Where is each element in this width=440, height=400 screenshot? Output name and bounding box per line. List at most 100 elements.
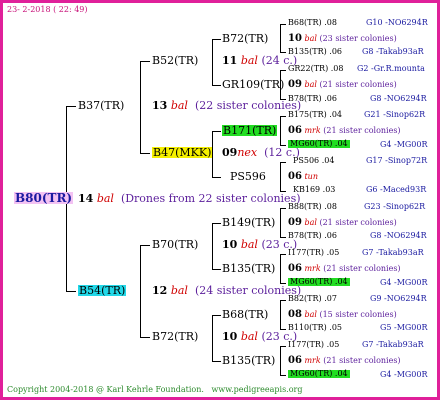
connector xyxy=(280,254,286,255)
gen4-ref: G5 -MG00R xyxy=(380,323,428,332)
gen2-queen[interactable]: B70(TR) xyxy=(152,239,198,250)
gen3-queen[interactable]: B68(TR) xyxy=(222,309,268,320)
gen3-queen[interactable]: B72(TR) xyxy=(222,33,268,44)
gen4-mating: 08 bal (15 sister colonies) xyxy=(288,309,397,320)
gen1-queen[interactable]: B54(TR) xyxy=(78,285,127,296)
gen2-summary: 10 bal (23 c.) xyxy=(222,331,297,342)
gen4-queen[interactable]: MG60(TR) .04 xyxy=(288,370,350,378)
root-summary: 14 bal (Drones from 22 sister colonies) xyxy=(78,193,301,204)
gen4-queen[interactable]: KB169 .03 xyxy=(293,186,335,194)
num: 12 xyxy=(152,284,168,297)
connector xyxy=(212,361,221,362)
gen4-queen[interactable]: I177(TR) .05 xyxy=(288,249,339,257)
connector xyxy=(280,208,281,238)
gen4-queen[interactable]: B175(TR) .04 xyxy=(288,111,342,119)
root-bal: bal xyxy=(96,192,114,205)
bal: bal xyxy=(170,99,188,112)
connector xyxy=(140,337,150,338)
gen4-mating: 10 bal (23 sister colonies) xyxy=(288,33,397,44)
connector xyxy=(212,39,221,40)
gen4-ref: G6 -Maced93R xyxy=(366,185,427,194)
gen4-queen[interactable]: MG60(TR) .04 xyxy=(288,140,350,148)
gen4-queen[interactable]: B78(TR) .06 xyxy=(288,232,337,240)
gen3-queen[interactable]: B149(TR) xyxy=(222,217,275,228)
gen4-queen[interactable]: B88(TR) .08 xyxy=(288,203,337,211)
bal: bal xyxy=(240,238,258,251)
connector xyxy=(280,116,281,146)
gen1-summary: 12 bal (24 sister colonies) xyxy=(152,285,301,296)
root-queen[interactable]: B80(TR) xyxy=(14,192,74,204)
copyright-text: Copyright 2004-2018 @ Karl Kehrle Founda… xyxy=(7,386,302,394)
gen4-ref: G8 -Takab93aR xyxy=(362,47,424,56)
connector xyxy=(280,254,281,284)
connector xyxy=(212,223,221,224)
gen4-ref: G21 -Sinop62R xyxy=(364,110,426,119)
connector xyxy=(66,106,76,107)
bal: bal xyxy=(240,330,258,343)
gen3-queen[interactable]: B171(TR) xyxy=(222,125,278,136)
gen4-queen[interactable]: B68(TR) .08 xyxy=(288,19,337,27)
bal: nex xyxy=(237,146,258,159)
gen4-ref: G23 -Sinop62R xyxy=(364,202,426,211)
connector xyxy=(280,70,286,71)
connector xyxy=(212,131,221,132)
note: (24 sister colonies) xyxy=(194,284,302,297)
gen4-queen[interactable]: PS506 .04 xyxy=(293,157,334,165)
connector xyxy=(280,300,286,301)
num: 13 xyxy=(152,99,168,112)
connector xyxy=(140,61,150,62)
gen4-queen[interactable]: I177(TR) .05 xyxy=(288,341,339,349)
gen4-queen[interactable]: B78(TR) .06 xyxy=(288,95,337,103)
connector xyxy=(280,52,286,53)
bal: bal xyxy=(170,284,188,297)
gen4-mating: 06 mrk (21 sister colonies) xyxy=(288,125,401,136)
num: 10 xyxy=(222,238,238,251)
gen4-ref: G7 -Takab93aR xyxy=(362,248,424,257)
copyright: Copyright 2004-2018 @ Karl Kehrle Founda… xyxy=(7,385,204,394)
gen4-queen[interactable]: B135(TR) .06 xyxy=(288,48,342,56)
gen2-queen[interactable]: B47(MKK) xyxy=(152,147,213,158)
gen4-ref: G4 -MG00R xyxy=(380,140,428,149)
connector xyxy=(66,291,76,292)
connector xyxy=(212,85,221,86)
site-link[interactable]: www.pedigreeapis.org xyxy=(212,385,303,394)
num: 11 xyxy=(222,54,238,67)
gen4-ref: G10 -NO6294R xyxy=(366,18,428,27)
gen2-queen[interactable]: B72(TR) xyxy=(152,331,198,342)
connector xyxy=(140,245,141,338)
connector xyxy=(280,116,286,117)
gen3-queen[interactable]: B135(TR) xyxy=(222,355,275,366)
gen2-summary: 09nex (12 c.) xyxy=(222,147,300,158)
connector xyxy=(280,300,281,330)
date-stamp: 23- 2-2018 ( 22: 49) xyxy=(7,5,88,14)
gen3-queen[interactable]: GR109(TR) xyxy=(222,79,284,90)
gen3-queen[interactable]: B135(TR) xyxy=(222,263,275,274)
gen2-queen[interactable]: B52(TR) xyxy=(152,55,198,66)
note: (22 sister colonies) xyxy=(194,99,302,112)
gen4-ref: G8 -NO6294R xyxy=(370,94,427,103)
gen4-ref: G9 -NO6294R xyxy=(370,294,427,303)
connector xyxy=(280,375,286,376)
gen4-ref: G8 -NO6294R xyxy=(370,231,427,240)
gen4-queen[interactable]: B110(TR) .05 xyxy=(288,324,342,332)
gen4-queen[interactable]: B82(TR) .07 xyxy=(288,295,337,303)
gen4-queen[interactable]: GR22(TR) .08 xyxy=(288,65,343,73)
gen3-queen[interactable]: PS596 xyxy=(230,171,266,182)
connector xyxy=(280,346,286,347)
gen2-summary: 11 bal (24 c.) xyxy=(222,55,297,66)
gen4-ref: G4 -MG00R xyxy=(380,370,428,379)
root-note: (Drones from 22 sister colonies) xyxy=(120,192,301,205)
gen4-mating: 06 mrk (21 sister colonies) xyxy=(288,263,401,274)
connector xyxy=(280,162,286,163)
gen4-queen[interactable]: MG60(TR) .04 xyxy=(288,278,350,286)
gen4-ref: G4 -MG00R xyxy=(380,278,428,287)
gen1-queen[interactable]: B37(TR) xyxy=(78,100,124,111)
connector xyxy=(280,24,281,53)
gen4-ref: G7 -Takab93aR xyxy=(362,340,424,349)
connector xyxy=(212,39,213,86)
connector xyxy=(280,346,281,376)
gen1-summary: 13 bal (22 sister colonies) xyxy=(152,100,301,111)
gen4-ref: G2 -Gr.R.mounta xyxy=(357,64,425,73)
connector xyxy=(280,162,281,192)
gen4-mating: 09 bal (21 sister colonies) xyxy=(288,217,397,228)
